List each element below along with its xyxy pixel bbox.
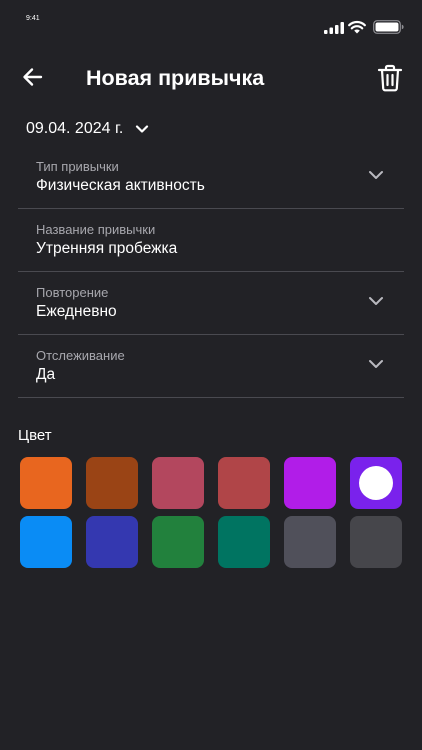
habit-type-label: Тип привычки (36, 159, 119, 174)
arrow-left-icon (23, 68, 43, 86)
repeat-label: Повторение (36, 285, 109, 300)
color-swatch[interactable] (86, 457, 138, 509)
color-swatch[interactable] (20, 516, 72, 568)
color-swatch[interactable] (20, 457, 72, 509)
color-section-title: Цвет (18, 427, 52, 444)
color-swatch[interactable] (284, 516, 336, 568)
repeat-dropdown[interactable]: Повторение Ежедневно (18, 285, 404, 335)
color-swatch[interactable] (218, 457, 270, 509)
new-habit-screen: 9:41 Новая привычка 09.04. 2024 г. Тип п… (0, 0, 422, 750)
chevron-down-icon (369, 297, 383, 305)
habit-name-field[interactable]: Название привычки Утренняя пробежка (18, 222, 404, 272)
habit-name-input[interactable]: Утренняя пробежка (36, 239, 177, 259)
status-time: 9:41 (26, 15, 40, 22)
chevron-down-icon (369, 360, 383, 368)
date-selector[interactable]: 09.04. 2024 г. (26, 116, 149, 142)
tracking-dropdown[interactable]: Отслеживание Да (18, 348, 404, 398)
habit-type-dropdown[interactable]: Тип привычки Физическая активность (18, 159, 404, 209)
back-button[interactable] (20, 64, 46, 90)
signal-icon (324, 22, 344, 34)
tracking-value: Да (36, 366, 56, 383)
repeat-value: Ежедневно (36, 303, 117, 320)
status-bar: 9:41 (0, 0, 422, 40)
trash-icon (377, 64, 403, 92)
color-swatch[interactable] (350, 516, 402, 568)
battery-icon (373, 20, 404, 34)
page-title: Новая привычка (86, 66, 265, 90)
chevron-down-icon (369, 171, 383, 179)
chevron-down-icon (136, 125, 149, 133)
color-swatch[interactable] (218, 516, 270, 568)
habit-type-value: Физическая активность (36, 177, 205, 194)
selected-indicator-icon (359, 466, 393, 500)
color-swatch[interactable] (86, 516, 138, 568)
wifi-icon (348, 21, 366, 34)
color-swatch[interactable] (152, 457, 204, 509)
color-swatch[interactable] (152, 516, 204, 568)
tracking-label: Отслеживание (36, 348, 125, 363)
habit-name-label: Название привычки (36, 222, 156, 237)
color-swatch[interactable] (284, 457, 336, 509)
color-swatch-selected[interactable] (350, 457, 402, 509)
delete-button[interactable] (376, 63, 404, 93)
date-value: 09.04. 2024 г. (26, 120, 124, 137)
